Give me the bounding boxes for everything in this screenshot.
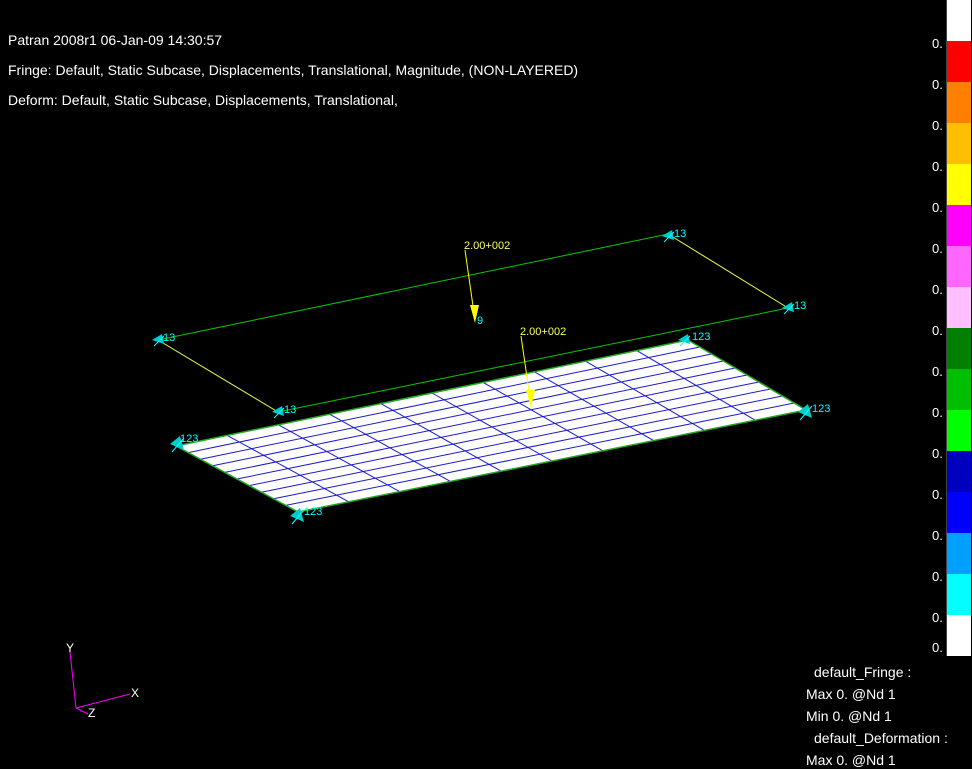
fringe-scale-label: 0. xyxy=(932,36,943,51)
fringe-max: Max 0. @Nd 1 xyxy=(806,686,896,702)
y-axis-label: Y xyxy=(66,641,74,655)
fringe-scale-label: 0. xyxy=(932,323,943,338)
fringe-color-band xyxy=(947,574,971,615)
fringe-color-scale xyxy=(946,0,971,656)
constraint-icon xyxy=(782,302,795,315)
fringe-color-band xyxy=(947,451,971,492)
fringe-scale-label: 0. xyxy=(932,77,943,92)
fringe-min: Min 0. @Nd 1 xyxy=(806,708,892,724)
fringe-scale-label: 0. xyxy=(932,487,943,502)
z-axis-label: Z xyxy=(88,706,95,720)
load-arrow-1 xyxy=(464,249,475,314)
constraint-label: 13 xyxy=(284,404,296,416)
outline-edge xyxy=(667,233,789,309)
load-label-1: 2.00+002 xyxy=(464,240,510,252)
fringe-scale-label: 0. xyxy=(932,405,943,420)
constraint-label: 123 xyxy=(304,506,322,518)
deform-max: Max 0. @Nd 1 xyxy=(806,752,896,768)
fringe-color-band xyxy=(947,492,971,533)
constraint-icon xyxy=(662,230,675,243)
outline-edge xyxy=(157,339,279,413)
fringe-scale-label: 0. xyxy=(932,610,943,625)
deform-info-title: default_Deformation : xyxy=(814,730,948,746)
constraint-label: 123 xyxy=(812,403,830,415)
fringe-color-band xyxy=(947,82,971,123)
load-marker: 9 xyxy=(477,315,483,327)
y-axis xyxy=(69,651,77,709)
fringe-scale-label: 0. xyxy=(932,200,943,215)
fringe-color-band xyxy=(947,0,971,41)
constraint-label: 13 xyxy=(674,228,686,240)
fringe-scale-label: 0. xyxy=(932,282,943,297)
constraint-label: 13 xyxy=(163,332,175,344)
fringe-color-band xyxy=(947,246,971,287)
fringe-color-band xyxy=(947,410,971,451)
fringe-scale-label: 0. xyxy=(932,241,943,256)
constraint-icon xyxy=(272,406,285,419)
x-axis-label: X xyxy=(131,686,139,700)
fringe-color-band xyxy=(947,164,971,205)
constraint-label: 123 xyxy=(180,433,198,445)
load-label-2: 2.00+002 xyxy=(520,326,566,338)
fringe-color-band xyxy=(947,123,971,164)
fringe-scale-label: 0. xyxy=(932,640,943,655)
fringe-color-band xyxy=(947,328,971,369)
constraint-label: 13 xyxy=(794,300,806,312)
fringe-scale-label: 0. xyxy=(932,446,943,461)
constraint-label: 123 xyxy=(692,331,710,343)
fringe-color-band xyxy=(947,369,971,410)
fringe-scale-label: 0. xyxy=(932,569,943,584)
fringe-color-band xyxy=(947,41,971,82)
z-axis xyxy=(75,707,89,715)
x-axis xyxy=(75,693,131,709)
fringe-scale-label: 0. xyxy=(932,159,943,174)
fringe-info-title: default_Fringe : xyxy=(814,664,912,680)
plate-mesh xyxy=(173,339,809,513)
fringe-color-band xyxy=(947,287,971,328)
fringe-scale-label: 0. xyxy=(932,364,943,379)
fringe-color-band xyxy=(947,205,971,246)
model-viewport[interactable]: 2.00+002 2.00+002 9 13 13 13 13 123 123 … xyxy=(0,0,972,769)
fringe-color-band xyxy=(947,533,971,574)
fringe-scale-label: 0. xyxy=(932,528,943,543)
fringe-scale-label: 0. xyxy=(932,118,943,133)
fringe-color-band xyxy=(947,615,971,656)
